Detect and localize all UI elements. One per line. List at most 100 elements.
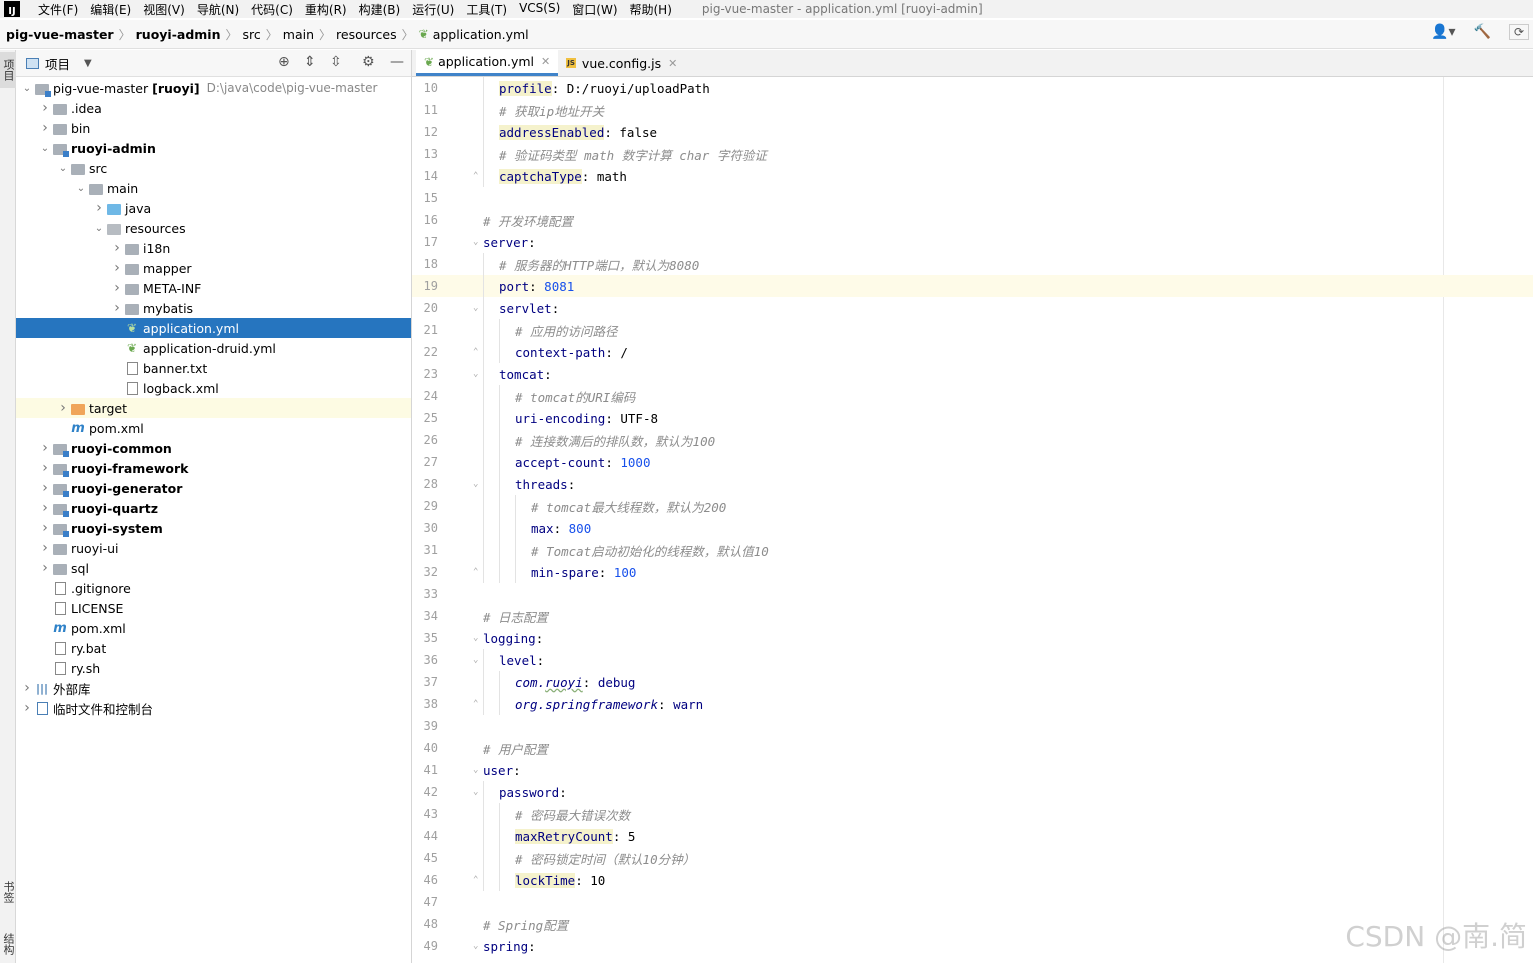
- tree-item[interactable]: › ||| 外部库: [16, 678, 411, 698]
- menu-item[interactable]: 构建(B): [353, 1, 407, 18]
- fold-open-icon[interactable]: ⌄: [473, 633, 481, 643]
- tree-item[interactable]: ry.bat: [16, 638, 411, 658]
- fold-open-icon[interactable]: ⌄: [473, 369, 481, 379]
- tree-item[interactable]: ⌄ ruoyi-admin: [16, 138, 411, 158]
- editor-tab[interactable]: ❦ application.yml ✕: [416, 50, 559, 76]
- bookmarks-tool-tab[interactable]: 书签: [0, 870, 16, 914]
- tree-item[interactable]: .gitignore: [16, 578, 411, 598]
- tree-item[interactable]: LICENSE: [16, 598, 411, 618]
- menu-item[interactable]: 窗口(W): [566, 1, 623, 18]
- tree-item[interactable]: › ruoyi-framework: [16, 458, 411, 478]
- close-icon[interactable]: ✕: [541, 55, 550, 68]
- tree-item[interactable]: ⌄ resources: [16, 218, 411, 238]
- chevron-right-icon[interactable]: ›: [38, 480, 52, 496]
- view-dropdown-icon[interactable]: ▼: [84, 58, 92, 69]
- fold-open-icon[interactable]: ⌄: [473, 787, 481, 797]
- fold-open-icon[interactable]: ⌄: [473, 479, 481, 489]
- locate-file-icon[interactable]: ⊕: [278, 54, 290, 70]
- collapse-all-icon[interactable]: ⇳: [330, 54, 342, 70]
- tree-item[interactable]: › ruoyi-common: [16, 438, 411, 458]
- menu-item[interactable]: 工具(T): [460, 1, 513, 18]
- code-editor[interactable]: 10 profile: D:/ruoyi/uploadPath 11 # 获取ip地址…: [412, 77, 1533, 963]
- run-config-icon[interactable]: ⟳: [1508, 24, 1529, 40]
- chevron-right-icon[interactable]: ›: [38, 560, 52, 576]
- fold-open-icon[interactable]: ⌄: [473, 941, 481, 951]
- gear-icon[interactable]: ⚙: [362, 54, 375, 70]
- menu-item[interactable]: 文件(F): [32, 1, 84, 18]
- tree-item[interactable]: ⌄ pig-vue-master [ruoyi] D:\java\code\pig-v…: [16, 78, 411, 98]
- chevron-down-icon[interactable]: ⌄: [20, 83, 34, 94]
- chevron-right-icon[interactable]: ›: [38, 520, 52, 536]
- tree-item[interactable]: › java: [16, 198, 411, 218]
- menu-item[interactable]: VCS(S): [513, 1, 566, 18]
- tree-item[interactable]: m pom.xml: [16, 418, 411, 438]
- tree-item[interactable]: › 临时文件和控制台: [16, 698, 411, 718]
- tree-item[interactable]: › target: [16, 398, 411, 418]
- chevron-right-icon[interactable]: ›: [38, 440, 52, 456]
- menu-item[interactable]: 代码(C): [245, 1, 299, 18]
- fold-end-icon[interactable]: ⌃: [473, 347, 481, 357]
- tree-item[interactable]: › mybatis: [16, 298, 411, 318]
- fold-open-icon[interactable]: ⌄: [473, 303, 481, 313]
- fold-open-icon[interactable]: ⌄: [473, 765, 481, 775]
- tree-item[interactable]: › mapper: [16, 258, 411, 278]
- fold-end-icon[interactable]: ⌃: [473, 875, 481, 885]
- tree-item[interactable]: ❦ application.yml: [16, 318, 411, 338]
- chevron-down-icon[interactable]: ⌄: [56, 163, 70, 174]
- chevron-right-icon[interactable]: ›: [20, 700, 34, 716]
- tree-item[interactable]: › ruoyi-quartz: [16, 498, 411, 518]
- menu-item[interactable]: 视图(V): [137, 1, 191, 18]
- breadcrumb-item[interactable]: application.yml: [433, 27, 529, 42]
- tree-item[interactable]: ⌄ src: [16, 158, 411, 178]
- fold-open-icon[interactable]: ⌄: [473, 237, 481, 247]
- menu-item[interactable]: 编辑(E): [84, 1, 137, 18]
- tree-item[interactable]: › ruoyi-ui: [16, 538, 411, 558]
- tree-item[interactable]: ⌄ main: [16, 178, 411, 198]
- chevron-right-icon[interactable]: ›: [110, 280, 124, 296]
- tree-item[interactable]: › ruoyi-generator: [16, 478, 411, 498]
- chevron-right-icon[interactable]: ›: [38, 540, 52, 556]
- menu-item[interactable]: 导航(N): [191, 1, 245, 18]
- fold-open-icon[interactable]: ⌄: [473, 655, 481, 665]
- chevron-right-icon[interactable]: ›: [38, 120, 52, 136]
- tree-item[interactable]: banner.txt: [16, 358, 411, 378]
- menu-item[interactable]: 帮助(H): [624, 1, 678, 18]
- chevron-down-icon[interactable]: ⌄: [38, 143, 52, 154]
- expand-all-icon[interactable]: ⇕: [304, 54, 316, 70]
- breadcrumb-item[interactable]: ruoyi-admin: [136, 27, 221, 42]
- tree-item[interactable]: ❦ application-druid.yml: [16, 338, 411, 358]
- chevron-right-icon[interactable]: ›: [38, 100, 52, 116]
- project-tool-tab[interactable]: 项目: [0, 52, 16, 88]
- project-view-title[interactable]: 项目: [45, 54, 70, 73]
- tree-item[interactable]: › bin: [16, 118, 411, 138]
- minimize-icon[interactable]: —: [390, 54, 404, 70]
- user-dropdown-icon[interactable]: 👤▾: [1431, 24, 1455, 40]
- chevron-right-icon[interactable]: ›: [20, 680, 34, 696]
- structure-tool-tab[interactable]: 结构: [0, 926, 16, 962]
- fold-end-icon[interactable]: ⌃: [473, 171, 481, 181]
- close-icon[interactable]: ✕: [668, 57, 677, 70]
- fold-end-icon[interactable]: ⌃: [473, 699, 481, 709]
- chevron-right-icon[interactable]: ›: [38, 500, 52, 516]
- chevron-right-icon[interactable]: ›: [110, 240, 124, 256]
- tree-item[interactable]: › ruoyi-system: [16, 518, 411, 538]
- fold-end-icon[interactable]: ⌃: [473, 567, 481, 577]
- chevron-down-icon[interactable]: ⌄: [74, 183, 88, 194]
- breadcrumb-item[interactable]: pig-vue-master: [6, 27, 114, 42]
- chevron-right-icon[interactable]: ›: [110, 260, 124, 276]
- breadcrumb-item[interactable]: src: [243, 27, 261, 42]
- tree-item[interactable]: › i18n: [16, 238, 411, 258]
- editor-tab[interactable]: JS vue.config.js ✕: [558, 50, 685, 76]
- chevron-right-icon[interactable]: ›: [38, 460, 52, 476]
- breadcrumb-item[interactable]: main: [283, 27, 314, 42]
- tree-item[interactable]: › sql: [16, 558, 411, 578]
- build-hammer-icon[interactable]: 🔨: [1474, 24, 1491, 40]
- chevron-right-icon[interactable]: ›: [56, 400, 70, 416]
- chevron-right-icon[interactable]: ›: [110, 300, 124, 316]
- tree-item[interactable]: m pom.xml: [16, 618, 411, 638]
- breadcrumb-item[interactable]: resources: [336, 27, 397, 42]
- chevron-right-icon[interactable]: ›: [92, 200, 106, 216]
- tree-item[interactable]: logback.xml: [16, 378, 411, 398]
- tree-item[interactable]: ry.sh: [16, 658, 411, 678]
- tree-item[interactable]: › META-INF: [16, 278, 411, 298]
